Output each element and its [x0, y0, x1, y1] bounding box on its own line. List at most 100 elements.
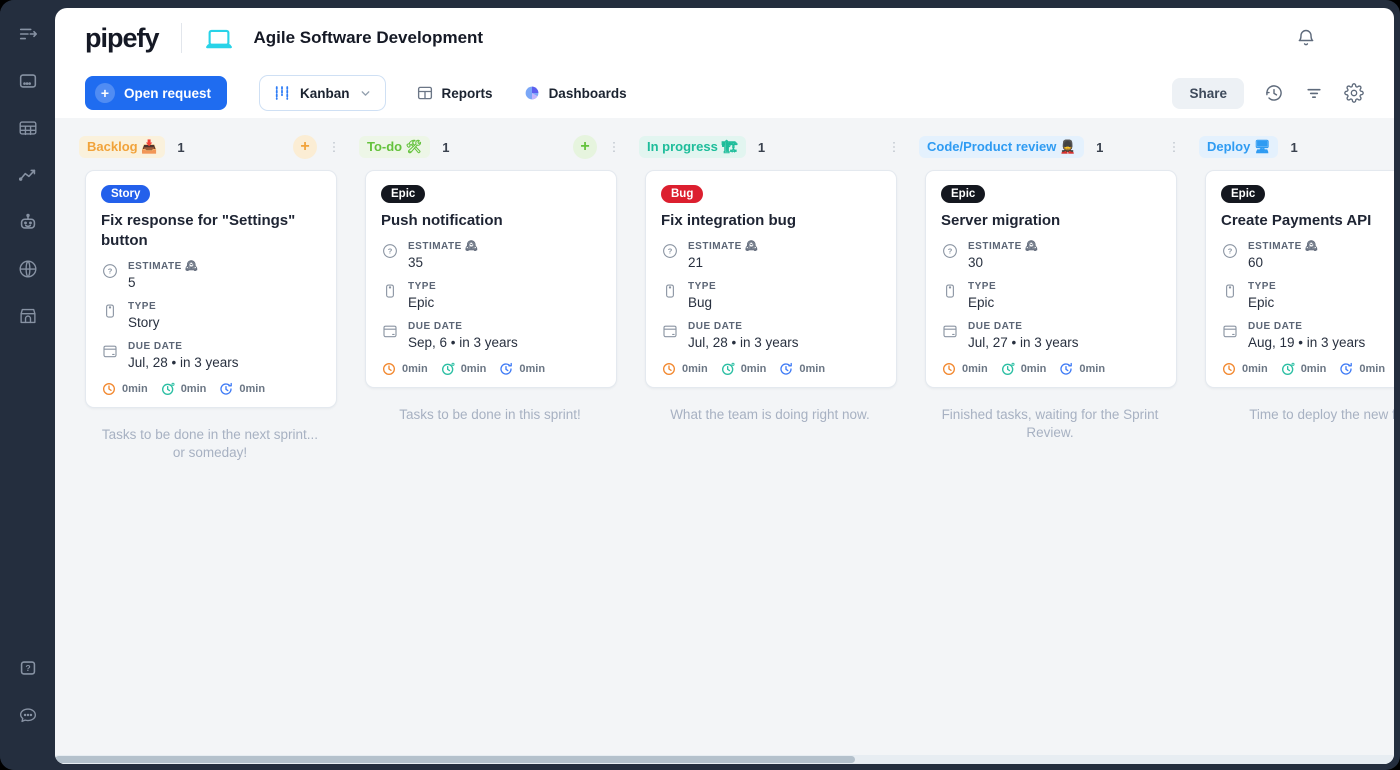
field-label: TYPE	[968, 281, 997, 292]
notifications-bell-icon[interactable]	[1296, 28, 1316, 48]
kanban-card[interactable]: Bug Fix integration bug? ESTIMATE 🕰 21 TYPE B…	[645, 170, 897, 388]
timer-value: 0min	[740, 363, 767, 375]
column-card-count: 1	[177, 139, 185, 155]
pipe-title: Agile Software Development	[253, 28, 484, 47]
horizontal-scrollbar-track[interactable]	[55, 755, 1394, 764]
timer-value: 0min	[1300, 363, 1327, 375]
timer-chip: 0min	[941, 361, 988, 377]
kanban-card[interactable]: Epic Create Payments API? ESTIMATE 🕰 60 TYPE…	[1205, 170, 1394, 388]
svg-text:?: ?	[108, 266, 113, 275]
column-menu-button[interactable]	[325, 136, 343, 158]
board-column: Deploy 🖥 1 Epic Create Payments API? ESTIMAT…	[1195, 134, 1394, 462]
kanban-card[interactable]: Epic Push notification? ESTIMATE 🕰 35 TYPE Ep…	[365, 170, 617, 388]
timer-clock-icon	[381, 361, 397, 377]
field-label: ESTIMATE 🕰	[688, 241, 759, 252]
field-text: ESTIMATE 🕰 35	[408, 241, 478, 270]
timer-clock-refresh-icon	[778, 361, 794, 377]
timer-chip: 0min	[160, 381, 206, 397]
column-header: In progress 🏗 1	[639, 134, 903, 160]
timer-clock-dot-icon	[440, 361, 456, 377]
column-title-pill[interactable]: Backlog 📥	[79, 136, 166, 158]
automation-icon[interactable]	[16, 210, 40, 234]
tag-icon	[1221, 282, 1239, 300]
field-text: DUE DATE Sep, 6 • in 3 years	[408, 321, 518, 350]
card-title: Push notification	[381, 212, 503, 229]
column-title-pill[interactable]: Deploy 🖥	[1199, 136, 1279, 158]
pipes-icon[interactable]	[16, 69, 40, 93]
field-estimate: ? ESTIMATE 🕰 35	[381, 241, 601, 270]
collapse-menu-icon[interactable]	[16, 22, 40, 46]
calendar-icon	[661, 322, 679, 340]
portals-icon[interactable]	[16, 257, 40, 281]
open-request-button[interactable]: + Open request	[85, 76, 228, 110]
field-value: Epic	[968, 295, 995, 310]
add-card-button[interactable]: +	[293, 135, 317, 159]
analytics-icon[interactable]	[16, 163, 40, 187]
card-label-badge: Story	[101, 185, 151, 203]
column-menu-button[interactable]	[1165, 136, 1183, 158]
view-selector[interactable]: Kanban	[259, 75, 386, 111]
column-menu-button[interactable]	[605, 136, 623, 158]
tag-icon	[101, 302, 119, 320]
field-value: 5	[128, 275, 136, 290]
laptop-icon	[204, 24, 234, 52]
filter-icon[interactable]	[1304, 83, 1324, 103]
horizontal-scrollbar-thumb[interactable]	[55, 756, 855, 763]
timer-value: 0min	[1242, 363, 1268, 375]
calendar-icon	[1221, 322, 1239, 340]
field-value: Epic	[408, 295, 435, 310]
field-value: 60	[1248, 255, 1264, 270]
timer-clock-dot-icon	[1280, 361, 1296, 377]
share-button[interactable]: Share	[1172, 77, 1244, 109]
svg-text:?: ?	[388, 246, 393, 255]
marketplace-icon[interactable]	[16, 304, 40, 328]
field-value: Jul, 28 • in 3 years	[688, 335, 799, 350]
field-value: Sep, 6 • in 3 years	[408, 335, 518, 350]
calendar-icon	[941, 322, 959, 340]
field-label: DUE DATE	[968, 321, 1023, 332]
support-chat-icon[interactable]	[16, 703, 40, 727]
column-description: What the team is doing right now.	[670, 407, 870, 422]
app-window: ? pipefy Agile Software Development + Op…	[0, 0, 1400, 770]
kanban-card[interactable]: Story Fix response for "Settings" button?…	[85, 170, 337, 408]
column-menu-button[interactable]	[885, 136, 903, 158]
timer-chip: 0min	[1280, 361, 1327, 377]
help-center-icon[interactable]: ?	[16, 656, 40, 680]
add-card-button[interactable]: +	[573, 135, 597, 159]
tab-dashboards[interactable]: Dashboards	[523, 84, 627, 102]
field-due-date: DUE DATE Jul, 27 • in 3 years	[941, 321, 1161, 350]
timer-clock-refresh-icon	[218, 381, 234, 397]
timer-value: 0min	[239, 383, 266, 395]
tab-reports[interactable]: Reports	[416, 84, 493, 102]
tab-dashboards-label: Dashboards	[548, 85, 627, 101]
kanban-card[interactable]: Epic Server migration? ESTIMATE 🕰 30 TYPE Epi…	[925, 170, 1177, 388]
column-title-pill[interactable]: Code/Product review 💂	[919, 136, 1085, 158]
column-title-pill[interactable]: In progress 🏗	[639, 136, 746, 158]
timer-chip: 0min	[720, 361, 767, 377]
database-icon[interactable]	[16, 116, 40, 140]
timer-value: 0min	[799, 363, 826, 375]
timer-chip: 0min	[1221, 361, 1268, 377]
timer-clock-icon	[1221, 361, 1237, 377]
card-timers: 0min 0min 0min	[1221, 361, 1394, 377]
question-circle-icon: ?	[1221, 242, 1239, 260]
field-text: TYPE Bug	[688, 281, 716, 310]
settings-gear-icon[interactable]	[1344, 83, 1364, 103]
field-text: TYPE Story	[128, 301, 160, 330]
card-title: Fix integration bug	[661, 212, 796, 229]
svg-text:?: ?	[948, 246, 953, 255]
column-title-pill[interactable]: To-do 🛠	[359, 136, 431, 158]
main-sidebar: ?	[0, 0, 55, 770]
question-circle-icon: ?	[941, 242, 959, 260]
timer-clock-dot-icon	[720, 361, 736, 377]
field-value: Bug	[688, 295, 713, 310]
plus-icon: +	[95, 83, 115, 103]
kanban-view-icon	[275, 86, 289, 100]
timer-clock-refresh-icon	[498, 361, 514, 377]
pipefy-logo[interactable]: pipefy	[85, 23, 160, 54]
history-icon[interactable]	[1264, 83, 1284, 103]
timer-value: 0min	[402, 363, 428, 375]
field-value: Jul, 27 • in 3 years	[968, 335, 1079, 350]
timer-value: 0min	[122, 383, 148, 395]
field-value: 35	[408, 255, 424, 270]
